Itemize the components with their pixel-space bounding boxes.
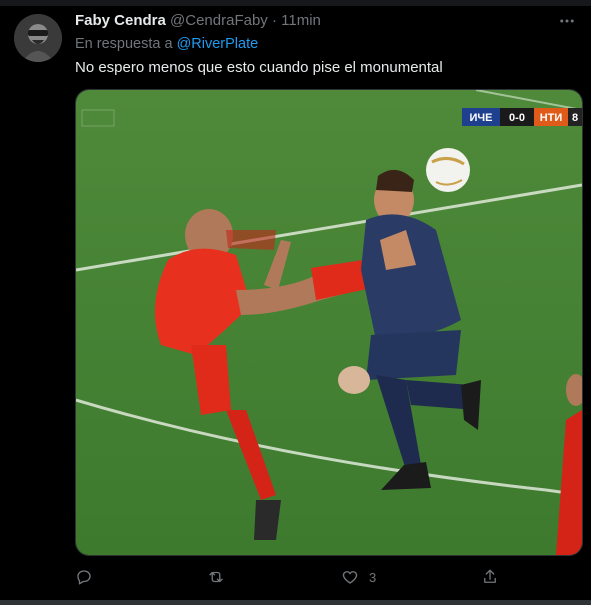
reply-context: En respuesta a @RiverPlate <box>75 36 258 52</box>
reply-icon <box>77 570 91 585</box>
scoreboard-right: НТИ <box>540 112 563 124</box>
more-options-icon[interactable] <box>557 12 577 32</box>
retweet-button[interactable] <box>207 565 225 589</box>
separator-dot: · <box>271 12 277 29</box>
reply-to-link[interactable]: @RiverPlate <box>177 36 259 52</box>
scoreboard-left: ИЧЕ <box>470 112 493 124</box>
like-button[interactable]: 3 <box>341 565 376 589</box>
like-icon <box>342 571 358 584</box>
author-handle[interactable]: @CendraFaby <box>170 12 268 29</box>
scoreboard-score: 0-0 <box>509 112 525 124</box>
retweet-icon <box>209 571 223 583</box>
reply-button[interactable] <box>75 565 93 589</box>
scoreboard: ИЧЕ 0-0 НТИ 8 <box>462 108 582 126</box>
share-button[interactable] <box>481 565 499 589</box>
author-name[interactable]: Faby Cendra <box>75 12 166 29</box>
tweet-header: Faby Cendra @CendraFaby · 11min <box>75 12 321 29</box>
action-bar: 3 <box>75 565 515 589</box>
scoreboard-extra: 8 <box>572 112 578 124</box>
avatar[interactable] <box>14 14 62 62</box>
tweet: Faby Cendra @CendraFaby · 11min En respu… <box>0 0 591 605</box>
tweet-text: No espero menos que esto cuando pise el … <box>75 59 443 76</box>
reply-prefix: En respuesta a <box>75 36 173 52</box>
bottom-divider <box>0 600 591 605</box>
top-divider <box>0 0 591 6</box>
like-count: 3 <box>369 569 377 585</box>
share-icon <box>484 569 496 583</box>
tweet-time[interactable]: 11min <box>281 12 321 29</box>
tweet-media-image[interactable]: ИЧЕ 0-0 НТИ 8 <box>75 89 583 556</box>
